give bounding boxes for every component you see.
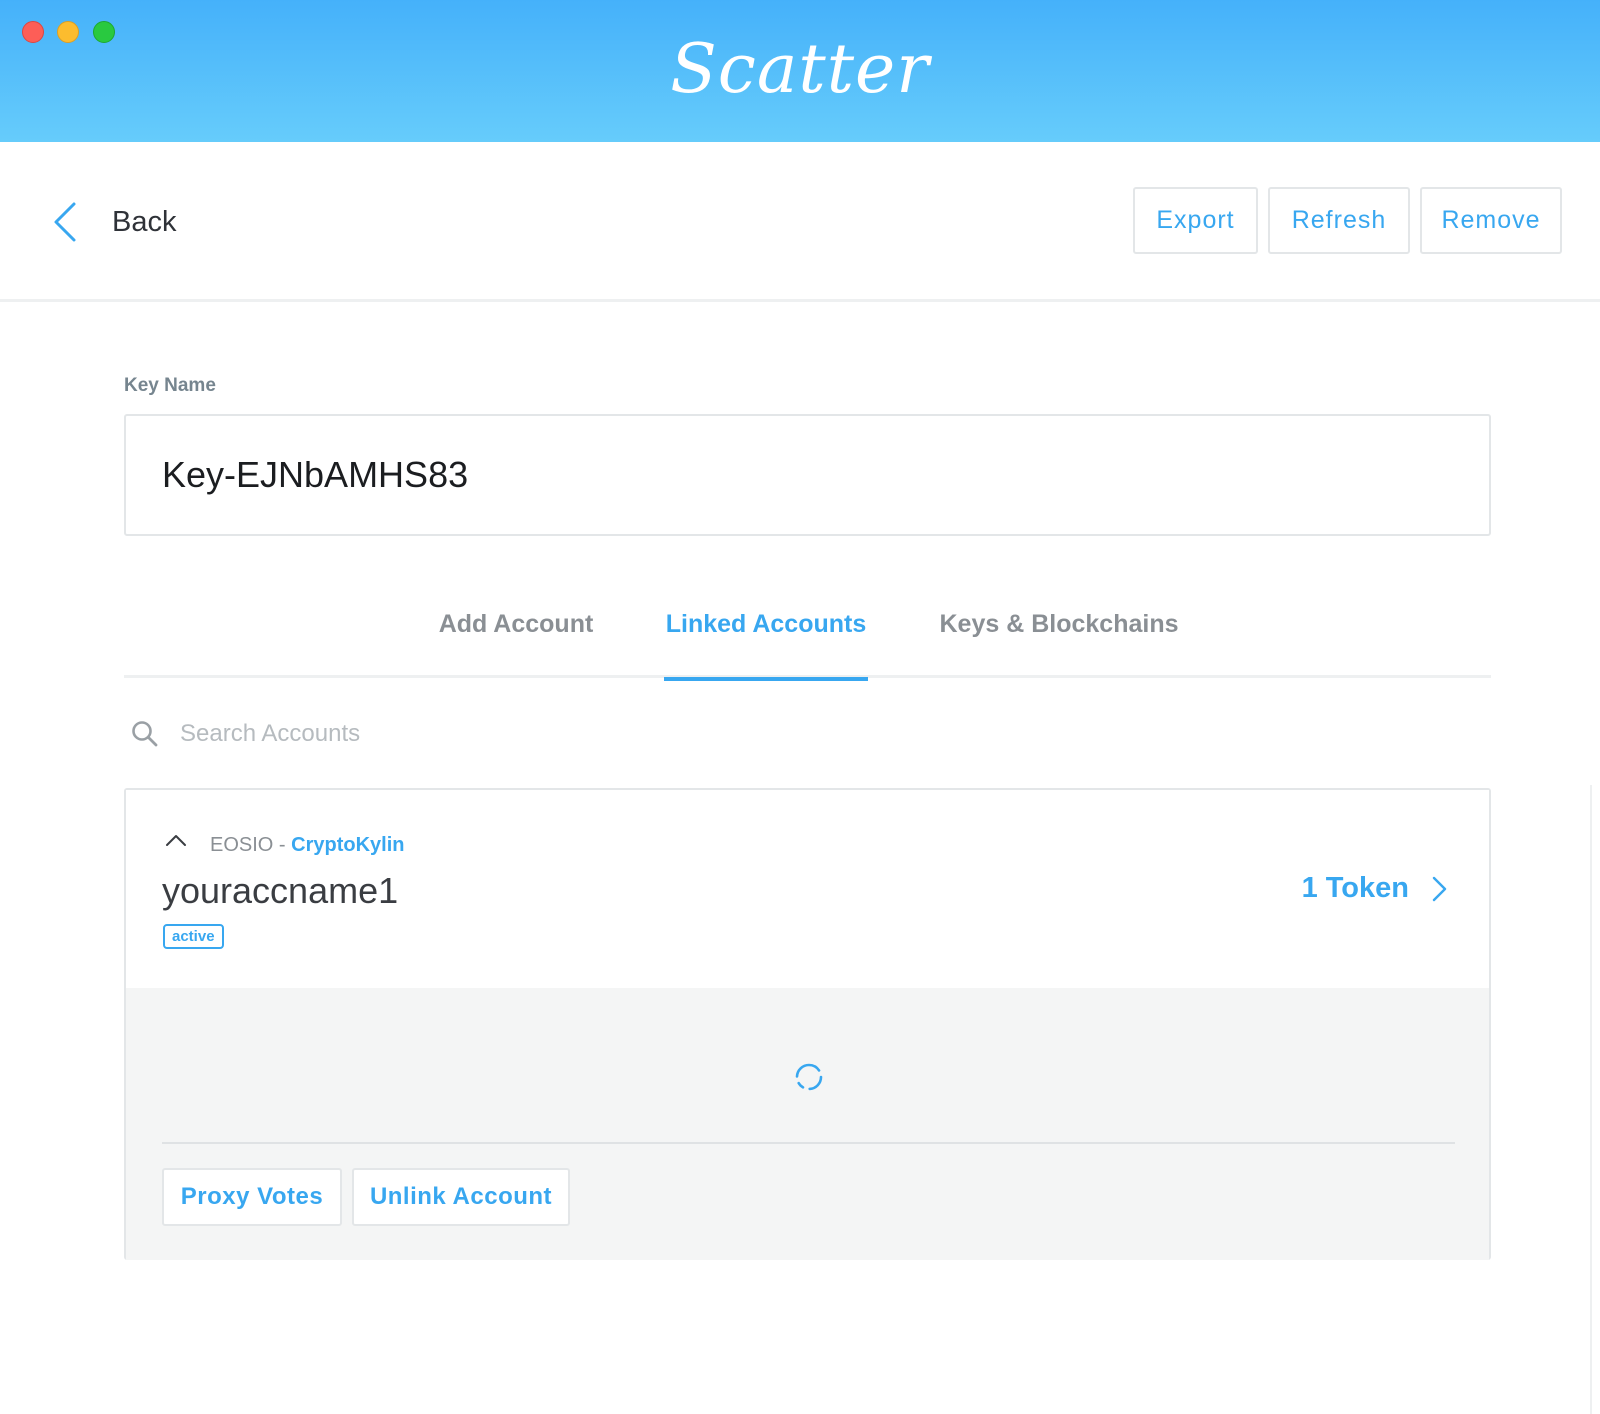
export-button[interactable]: Export	[1133, 187, 1258, 254]
tab-linked-accounts[interactable]: Linked Accounts	[664, 610, 868, 681]
back-button[interactable]: Back	[50, 200, 176, 244]
tokens-link[interactable]: 1 Token	[1302, 872, 1449, 905]
search-bar	[130, 712, 778, 756]
unlink-account-button[interactable]: Unlink Account	[352, 1168, 570, 1226]
app-logo: Scatter	[670, 30, 930, 109]
permission-badge: active	[163, 924, 224, 949]
proxy-votes-button[interactable]: Proxy Votes	[162, 1168, 342, 1226]
linked-account-card: EOSIO - CryptoKylin youraccname1 active …	[124, 788, 1491, 1260]
search-icon	[132, 721, 158, 747]
search-accounts-input[interactable]	[178, 712, 778, 756]
tab-bar: Add Account Linked Accounts Keys & Block…	[124, 590, 1491, 681]
key-name-label: Key Name	[124, 375, 216, 396]
remove-button[interactable]: Remove	[1420, 187, 1562, 254]
account-name: youraccname1	[162, 870, 399, 911]
key-name-input[interactable]	[124, 414, 1491, 536]
blockchain-label: EOSIO	[210, 834, 274, 856]
card-divider	[162, 1142, 1455, 1144]
toolbar: Back Export Refresh Remove	[0, 142, 1600, 302]
spinner-icon	[795, 1063, 823, 1091]
account-card-body: Proxy Votes Unlink Account	[126, 988, 1489, 1260]
refresh-button[interactable]: Refresh	[1268, 187, 1410, 254]
tab-keys-blockchains[interactable]: Keys & Blockchains	[938, 610, 1180, 678]
back-label: Back	[112, 205, 177, 238]
tab-add-account[interactable]: Add Account	[436, 610, 596, 678]
tokens-label: 1 Token	[1301, 872, 1409, 904]
chevron-up-icon[interactable]	[164, 828, 188, 852]
chevron-left-icon	[54, 202, 76, 242]
chevron-right-icon	[1432, 876, 1447, 901]
blockchain-network-line: EOSIO - CryptoKylin	[210, 834, 404, 857]
scrollbar-track	[1590, 785, 1592, 1414]
blockchain-separator: -	[273, 834, 292, 856]
title-bar: Scatter	[0, 0, 1600, 142]
account-card-header: EOSIO - CryptoKylin youraccname1 active …	[126, 790, 1489, 988]
network-label: CryptoKylin	[291, 834, 405, 856]
